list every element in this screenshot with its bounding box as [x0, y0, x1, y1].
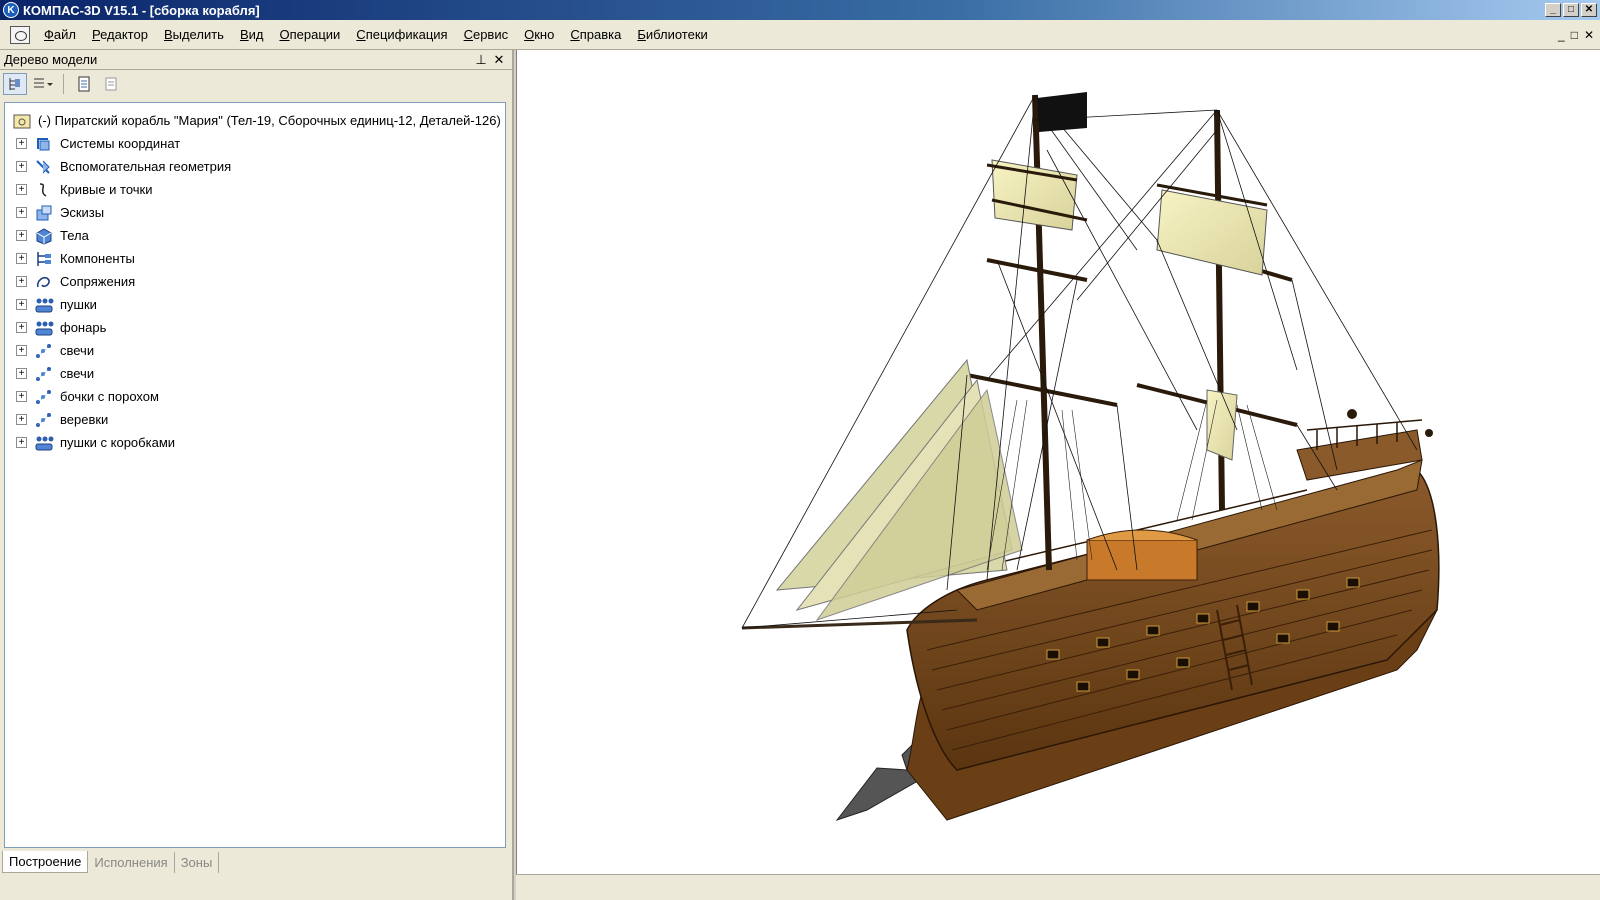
expand-icon[interactable]: + [16, 276, 27, 287]
tab-construction[interactable]: Построение [2, 851, 89, 873]
tree-node[interactable]: + бочки с порохом [5, 385, 505, 408]
assembly-group-icon [33, 296, 55, 314]
auxiliary-geometry-icon [33, 158, 55, 176]
expand-icon[interactable]: + [16, 437, 27, 448]
expand-icon[interactable]: + [16, 230, 27, 241]
tree-root-label: (-) Пиратский корабль "Мария" (Тел-19, С… [38, 113, 501, 128]
menu-libraries[interactable]: Библиотеки [629, 20, 715, 50]
menu-view[interactable]: Вид [232, 20, 272, 50]
tree-node[interactable]: + Компоненты [5, 247, 505, 270]
close-button[interactable]: ✕ [1581, 3, 1597, 17]
pin-icon[interactable]: ⊥ [472, 52, 490, 68]
tree-node-label: Тела [60, 228, 89, 243]
tree-node-label: свечи [60, 366, 95, 381]
sketches-icon [33, 204, 55, 222]
mdi-close-button[interactable]: ✕ [1584, 28, 1594, 42]
bodies-icon [33, 227, 55, 245]
tree-node-label: пушки с коробками [60, 435, 176, 450]
expand-icon[interactable]: + [16, 299, 27, 310]
tab-versions[interactable]: Исполнения [88, 851, 175, 873]
expand-icon[interactable]: + [16, 161, 27, 172]
tab-zones[interactable]: Зоны [175, 851, 220, 873]
tree-node[interactable]: + пушки [5, 293, 505, 316]
expand-icon[interactable]: + [16, 345, 27, 356]
expand-icon[interactable]: + [16, 322, 27, 333]
components-icon [33, 250, 55, 268]
tree-node[interactable]: + Сопряжения [5, 270, 505, 293]
part-group-icon [33, 388, 55, 406]
tree-node[interactable]: + Эскизы [5, 201, 505, 224]
document-icon[interactable] [10, 25, 30, 44]
panel-toolbar [0, 70, 512, 98]
assembly-group-icon [33, 319, 55, 337]
minimize-button[interactable]: _ [1545, 3, 1561, 17]
expand-icon[interactable]: + [16, 207, 27, 218]
tree-node[interactable]: + веревки [5, 408, 505, 431]
curves-points-icon [33, 181, 55, 199]
mdi-minimize-button[interactable]: _ [1558, 28, 1565, 42]
tree-node[interactable]: + фонарь [5, 316, 505, 339]
expand-icon[interactable]: + [16, 138, 27, 149]
panel-header: Дерево модели ⊥ ✕ [0, 50, 512, 70]
tree-node-label: Вспомогательная геометрия [60, 159, 232, 174]
tree-node[interactable]: + Вспомогательная геометрия [5, 155, 505, 178]
tree-root-node[interactable]: (-) Пиратский корабль "Мария" (Тел-19, С… [5, 109, 505, 132]
tree-node-label: Эскизы [60, 205, 105, 220]
menu-operations[interactable]: Операции [271, 20, 348, 50]
assembly-root-icon [11, 112, 33, 130]
tree-node-label: бочки с порохом [60, 389, 159, 404]
tree-node-label: Системы координат [60, 136, 181, 151]
expand-icon[interactable]: + [16, 414, 27, 425]
menu-bar: Файл Редактор Выделить Вид Операции Спец… [0, 20, 1600, 50]
part-group-icon [33, 365, 55, 383]
model-tree-panel: Дерево модели ⊥ ✕ (-) Пиратский корабль … [0, 50, 514, 900]
panel-close-icon[interactable]: ✕ [490, 52, 508, 68]
menu-help[interactable]: Справка [562, 20, 629, 50]
tree-node-label: пушки [60, 297, 97, 312]
tree-view-icon[interactable] [3, 73, 27, 95]
menu-service[interactable]: Сервис [456, 20, 517, 50]
tree-node[interactable]: + свечи [5, 362, 505, 385]
assembly-group-icon [33, 434, 55, 452]
mdi-restore-button[interactable]: □ [1571, 28, 1578, 42]
window-title: КОМПАС-3D V15.1 - [сборка корабля] [23, 2, 260, 18]
expand-icon[interactable]: + [16, 368, 27, 379]
filter-list-icon[interactable] [31, 73, 55, 95]
tree-node[interactable]: + Кривые и точки [5, 178, 505, 201]
expand-icon[interactable]: + [16, 253, 27, 264]
menu-select[interactable]: Выделить [156, 20, 232, 50]
panel-title: Дерево модели [4, 52, 98, 67]
tree-node[interactable]: + Системы координат [5, 132, 505, 155]
expand-icon[interactable]: + [16, 184, 27, 195]
maximize-button[interactable]: □ [1563, 3, 1579, 17]
title-bar: K КОМПАС-3D V15.1 - [сборка корабля] _ □… [0, 0, 1600, 20]
ship-model-render[interactable] [517, 50, 1600, 874]
tree-node[interactable]: + Тела [5, 224, 505, 247]
tree-node-label: Кривые и точки [60, 182, 153, 197]
expand-icon[interactable]: + [16, 391, 27, 402]
tree-node[interactable]: + свечи [5, 339, 505, 362]
tree-node-label: фонарь [60, 320, 107, 335]
tree-node-label: веревки [60, 412, 109, 427]
kompas-app-icon: K [3, 2, 19, 18]
tree-node-label: Компоненты [60, 251, 135, 266]
status-bar [516, 874, 1600, 900]
document-list-icon[interactable] [100, 73, 124, 95]
properties-icon[interactable] [72, 73, 96, 95]
tree-node-label: Сопряжения [60, 274, 136, 289]
tree-node[interactable]: + пушки с коробками [5, 431, 505, 454]
panel-tabs: Построение Исполнения Зоны [2, 850, 220, 874]
coordinate-systems-icon [33, 135, 55, 153]
tree-node-label: свечи [60, 343, 95, 358]
3d-viewport[interactable] [516, 50, 1600, 874]
menu-file[interactable]: Файл [36, 20, 84, 50]
mates-icon [33, 273, 55, 291]
menu-specification[interactable]: Спецификация [348, 20, 455, 50]
menu-editor[interactable]: Редактор [84, 20, 156, 50]
toolbar-separator [63, 74, 64, 94]
part-group-icon [33, 342, 55, 360]
menu-window[interactable]: Окно [516, 20, 562, 50]
model-tree: (-) Пиратский корабль "Мария" (Тел-19, С… [4, 102, 506, 848]
part-group-icon [33, 411, 55, 429]
